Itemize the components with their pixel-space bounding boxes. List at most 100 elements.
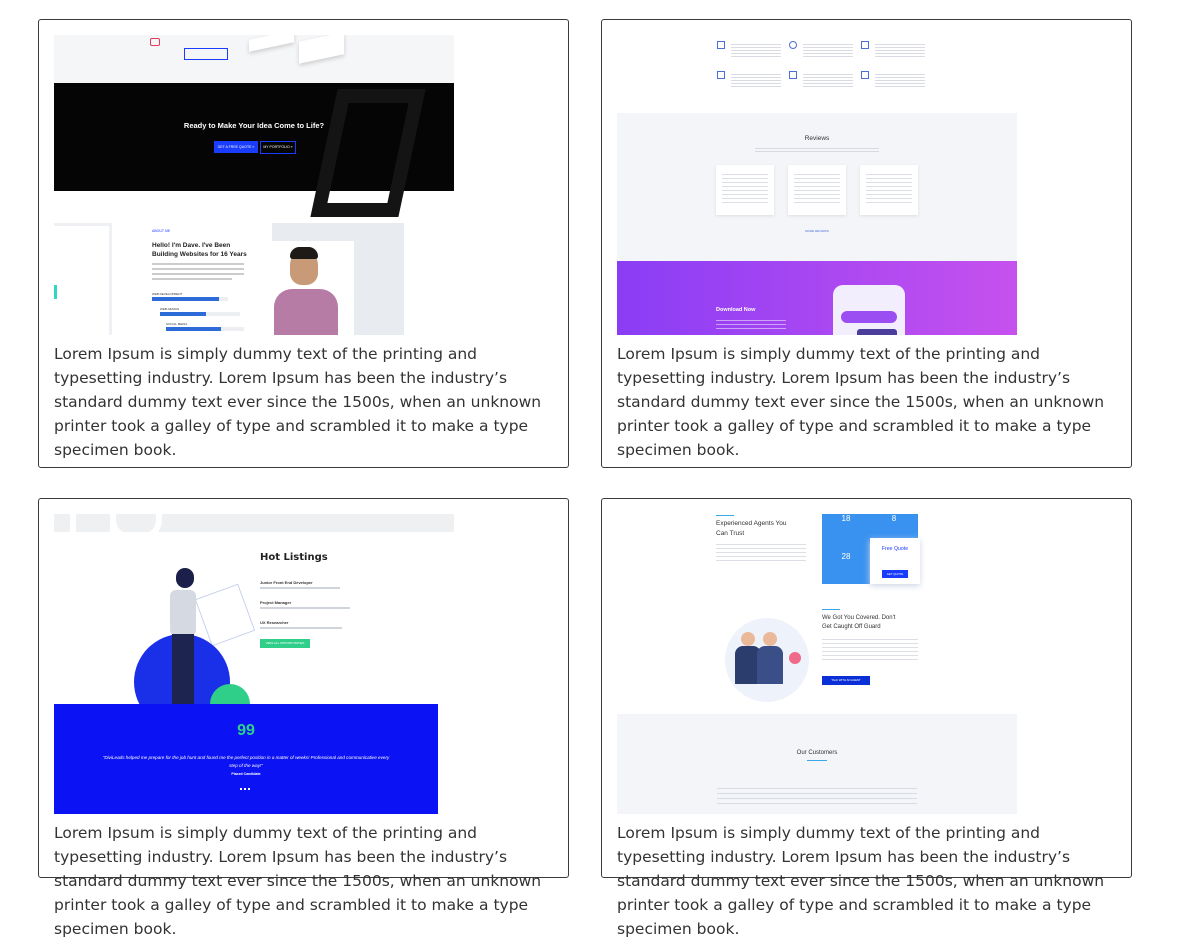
feature-icon-3 [861,41,869,49]
download-subtext [716,317,786,331]
about-text-line-2 [152,268,244,270]
feature-icon-2 [789,41,797,49]
template-preview-3[interactable]: Hot Listings Junior Front End Developer … [54,514,454,814]
testimonial-quote: "DiviLeads helped me prepare for the job… [102,755,390,768]
heart-icon [789,652,801,664]
job-title-3: UX Researcher [260,620,289,625]
agents-accent [716,515,734,516]
skill-bar-track-3 [166,327,244,331]
review-card-3 [860,165,918,215]
agents-heading-line2: Can Trust [716,530,745,537]
about-eyebrow: ABOUT ME [152,229,171,233]
more-reviews-button[interactable]: MORE REVIEWS [617,229,1017,233]
covered-heading-line2: Get Caught Off Guard [822,624,881,630]
figure-torso [170,590,196,636]
mini-project-button [184,48,228,60]
feature-text-2 [803,42,853,58]
portfolio-button[interactable]: MY PORTFOLIO » [260,141,296,154]
slider-dots[interactable] [240,788,252,790]
view-opportunities-button[interactable]: VIEW ALL OPPORTUNITIES [260,639,310,648]
covered-heading-line1: We Got You Covered. Don't [822,615,896,621]
stat-2: 8 [891,514,897,523]
job-meta-2 [260,607,350,609]
template-description: Lorem Ipsum is simply dummy text of the … [54,824,542,938]
customers-heading: Our Customers [796,750,838,756]
agent-2-body [757,646,783,684]
phone-mockup [833,285,905,335]
feature-text-1 [731,42,781,58]
template-card-2[interactable]: Reviews MORE REVIEWS Download Now Lorem … [601,19,1132,468]
about-heading-line2: Building Websites for 16 Years [152,251,247,258]
feature-text-3 [875,42,925,58]
feature-text-6 [875,72,925,88]
skill-bar-track-1 [152,297,228,301]
skill-bar-track-2 [160,312,240,316]
quote-mark: 99 [237,722,255,739]
review-text-2 [794,171,840,205]
portrait-shirt [274,289,338,335]
quote-card: Free Quote GET QUOTE [870,538,920,584]
testimonial-section: 99 "DiviLeads helped me prepare for the … [54,704,438,814]
agents-text [716,541,806,561]
about-text-line-3 [152,273,244,275]
about-text-line-1 [152,263,244,265]
template-preview-1[interactable]: Ready to Make Your Idea Come to Life? GE… [54,35,454,335]
phone-screen-button [857,329,897,335]
job-title-2: Project Manager [260,600,292,605]
about-text-line-4 [152,278,232,280]
photo-frame [260,241,354,335]
stat-1: 18 [841,514,851,523]
feature-icon-1 [717,41,725,49]
template-description: Lorem Ipsum is simply dummy text of the … [617,824,1105,938]
skill-bar-fill-3 [166,327,221,331]
get-quote-button[interactable]: GET A FREE QUOTE » [214,141,258,153]
skill-label-2: WEB DESIGN [160,307,180,311]
job-meta-3 [260,627,342,629]
phone-screen-banner [841,311,897,323]
accent-bar [54,285,65,299]
cta-background-shape [310,89,426,217]
feature-text-5 [803,72,853,88]
review-text-1 [722,171,768,205]
skill-label-1: WEB DEVELOPMENT [152,292,183,296]
template-description: Lorem Ipsum is simply dummy text of the … [617,345,1105,459]
monitor-icon [150,38,160,46]
review-text-3 [866,171,912,205]
about-heading: Hello! I'm Dave. I've Been Building Webs… [152,241,247,259]
about-bg-outline [54,223,112,335]
covered-text [822,636,918,662]
covered-accent [822,609,840,610]
quote-card-title: Free Quote [881,546,909,552]
features-section [617,35,1017,113]
reviews-subtext [755,146,879,154]
about-heading-line1: Hello! I'm Dave. I've Been [152,242,231,249]
template-card-3[interactable]: Hot Listings Junior Front End Developer … [38,498,569,938]
customers-accent [807,760,827,761]
cta-section: Ready to Make Your Idea Come to Life? GE… [54,83,454,217]
skill-bar-fill-2 [160,312,207,316]
feature-icon-5 [789,71,797,79]
skill-label-3: SOCIAL MEDIA [166,322,188,326]
feature-icon-4 [717,71,725,79]
review-card-1 [716,165,774,215]
resume-graphic [194,583,256,647]
job-meta-1 [260,587,340,589]
template-card-1[interactable]: Ready to Make Your Idea Come to Life? GE… [38,19,569,468]
cta-title: Ready to Make Your Idea Come to Life? [183,121,325,130]
bg-letter-2 [110,514,162,540]
stat-3: 28 [841,552,851,561]
review-card-2 [788,165,846,215]
download-section: Download Now [617,261,1017,335]
download-heading: Download Now [716,307,756,313]
covered-heading: We Got You Covered. Don't Get Caught Off… [822,614,895,632]
figure-head [176,568,194,588]
template-preview-4[interactable]: Experienced Agents You Can Trust 18 8 28… [617,514,1017,814]
template-preview-2[interactable]: Reviews MORE REVIEWS Download Now [617,35,1017,335]
feature-icon-6 [861,71,869,79]
get-quote-button[interactable]: GET QUOTE [882,570,908,578]
reviews-heading: Reviews [804,135,830,142]
talk-agent-button[interactable]: TALK WITH AN AGENT [822,676,870,685]
template-card-4[interactable]: Experienced Agents You Can Trust 18 8 28… [601,498,1132,938]
reviews-section: Reviews MORE REVIEWS [617,113,1017,261]
agent-1-head [741,632,755,646]
